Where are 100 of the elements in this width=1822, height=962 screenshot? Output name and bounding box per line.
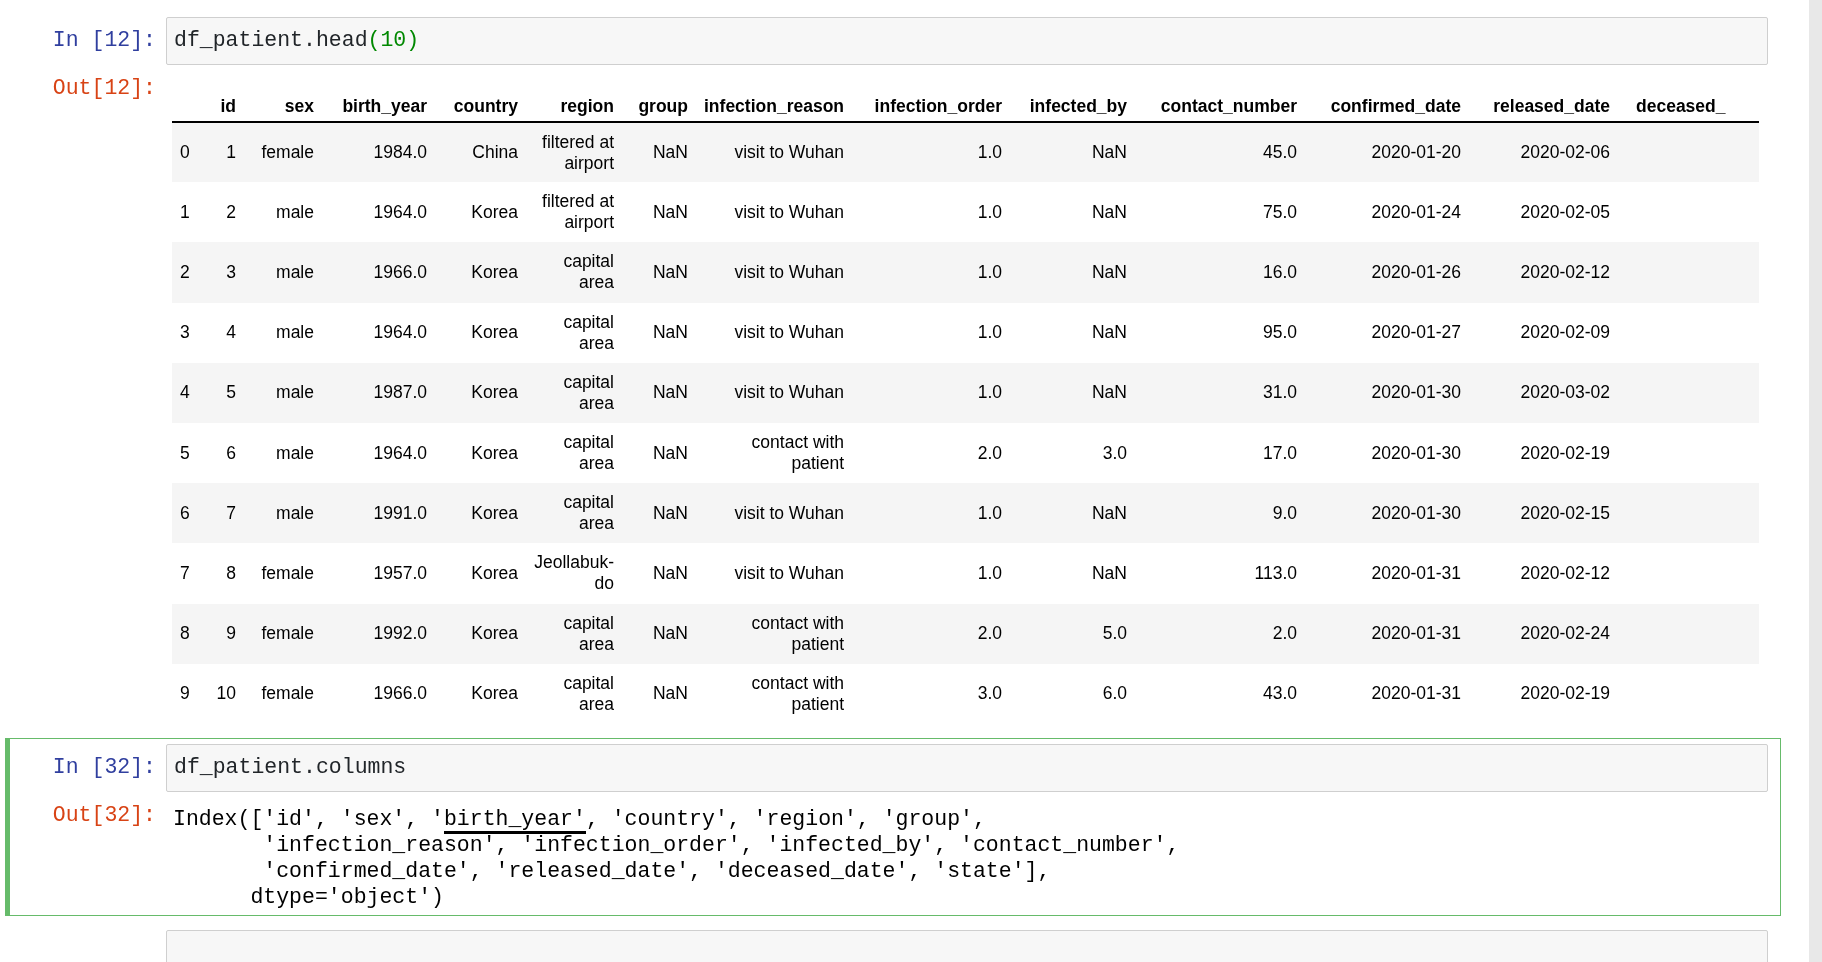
row-index: 3: [180, 322, 190, 343]
table-cell: NaN: [653, 502, 688, 523]
table-cell: capital area: [563, 612, 614, 654]
column-header: contact_number: [1160, 96, 1297, 116]
table-cell: 2020-01-30: [1371, 502, 1461, 523]
table-cell: Korea: [471, 201, 518, 222]
table-cell: 2020-03-02: [1520, 382, 1610, 403]
table-cell: visit to Wuhan: [734, 142, 844, 163]
table-cell: 1966.0: [373, 261, 427, 282]
table-cell: male: [276, 322, 314, 343]
row-index: 9: [180, 683, 190, 704]
table-cell: Korea: [471, 322, 518, 343]
table-cell: 2020-01-31: [1371, 683, 1461, 704]
table-cell: Jeollabuk-do: [534, 552, 614, 594]
table-cell: 1987.0: [373, 382, 427, 403]
code-input[interactable]: df_patient.head(10): [166, 17, 1768, 65]
table-cell: 1.0: [977, 322, 1002, 343]
table-cell: 1992.0: [373, 623, 427, 644]
table-cell: male: [276, 442, 314, 463]
table-cell: capital area: [563, 432, 614, 474]
table-cell: female: [261, 623, 314, 644]
output-prompt: Out[12]:: [52, 76, 156, 100]
table-cell: NaN: [1092, 502, 1127, 523]
table-cell: capital area: [563, 371, 614, 413]
column-header: infected_by: [1029, 96, 1127, 116]
input-prompt: In [12]:: [52, 28, 156, 52]
table-cell: filtered at airport: [542, 191, 614, 233]
table-cell: female: [261, 562, 314, 583]
notebook-cell[interactable]: [5, 737, 1781, 916]
column-header: sex: [284, 96, 314, 116]
table-cell: 2020-02-06: [1520, 142, 1610, 163]
table-cell: 2020-01-30: [1371, 382, 1461, 403]
table-cell: capital area: [563, 311, 614, 353]
table-cell: contact with patient: [751, 612, 844, 654]
table-cell: 2020-02-05: [1520, 201, 1610, 222]
table-cell: visit to Wuhan: [734, 322, 844, 343]
table-cell: 6.0: [1102, 683, 1127, 704]
table-cell: filtered at airport: [542, 131, 614, 173]
table-cell: 43.0: [1262, 683, 1297, 704]
table-cell: visit to Wuhan: [734, 562, 844, 583]
table-cell: 1.0: [977, 382, 1002, 403]
table-cell: 1966.0: [373, 683, 427, 704]
table-cell: NaN: [653, 683, 688, 704]
table-cell: 1964.0: [373, 322, 427, 343]
table-cell: 2.0: [977, 442, 1002, 463]
table-cell: China: [472, 142, 518, 163]
input-prompt: In [32]:: [52, 754, 156, 779]
table-cell: male: [276, 261, 314, 282]
table-cell: male: [276, 502, 314, 523]
table-cell: Korea: [471, 382, 518, 403]
row-index: 0: [180, 142, 190, 163]
output-text: Index(['id', 'sex', 'birth_year', 'country', 'region', 'group', 'infection_reason', 'infection_order', 'infected_by', 'contact_number', 'confirmed_date', 'released_date', 'deceased_date', 'state'], dtype='object'): [172, 805, 1180, 910]
table-cell: 4: [226, 322, 236, 343]
table-cell: 2020-01-24: [1371, 201, 1461, 222]
table-cell: 1991.0: [373, 502, 427, 523]
column-header: infection_order: [874, 96, 1002, 116]
table-cell: male: [276, 382, 314, 403]
table-cell: 45.0: [1262, 142, 1297, 163]
table-cell: NaN: [653, 562, 688, 583]
table-cell: 1: [226, 142, 236, 163]
table-cell: capital area: [563, 672, 614, 714]
output-prompt: Out[32]:: [52, 802, 156, 827]
column-header: birth_year: [342, 96, 427, 116]
table-cell: female: [261, 142, 314, 163]
column-header: deceased_: [1636, 96, 1726, 116]
table-cell: visit to Wuhan: [734, 502, 844, 523]
table-cell: 1984.0: [373, 142, 427, 163]
table-cell: 16.0: [1262, 261, 1297, 282]
table-cell: visit to Wuhan: [734, 201, 844, 222]
table-cell: 3.0: [1102, 442, 1127, 463]
table-cell: 1.0: [977, 502, 1002, 523]
column-header: country: [453, 96, 518, 116]
table-cell: 1957.0: [373, 562, 427, 583]
table-cell: 2.0: [977, 623, 1002, 644]
table-cell: visit to Wuhan: [734, 382, 844, 403]
table-cell: female: [261, 683, 314, 704]
code-input[interactable]: df_patient.columns: [166, 743, 1768, 792]
table-cell: capital area: [563, 492, 614, 534]
row-index: 7: [180, 562, 190, 583]
table-cell: NaN: [653, 623, 688, 644]
table-cell: contact with patient: [751, 672, 844, 714]
table-cell: 17.0: [1262, 442, 1297, 463]
table-cell: 2020-02-12: [1520, 261, 1610, 282]
table-cell: NaN: [1092, 201, 1127, 222]
row-index: 2: [180, 261, 190, 282]
table-cell: 2020-02-12: [1520, 562, 1610, 583]
table-cell: 1.0: [977, 142, 1002, 163]
table-cell: 1.0: [977, 562, 1002, 583]
table-cell: 5.0: [1102, 623, 1127, 644]
table-cell: 5: [226, 382, 236, 403]
table-cell: NaN: [1092, 562, 1127, 583]
table-cell: Korea: [471, 502, 518, 523]
table-cell: 2020-01-27: [1371, 322, 1461, 343]
column-header: released_date: [1493, 96, 1610, 116]
row-index: 5: [180, 442, 190, 463]
table-cell: 9: [226, 623, 236, 644]
table-cell: 8: [226, 562, 236, 583]
table-cell: 2020-02-19: [1520, 683, 1610, 704]
table-cell: 3.0: [977, 683, 1002, 704]
table-cell: 2020-01-31: [1371, 562, 1461, 583]
